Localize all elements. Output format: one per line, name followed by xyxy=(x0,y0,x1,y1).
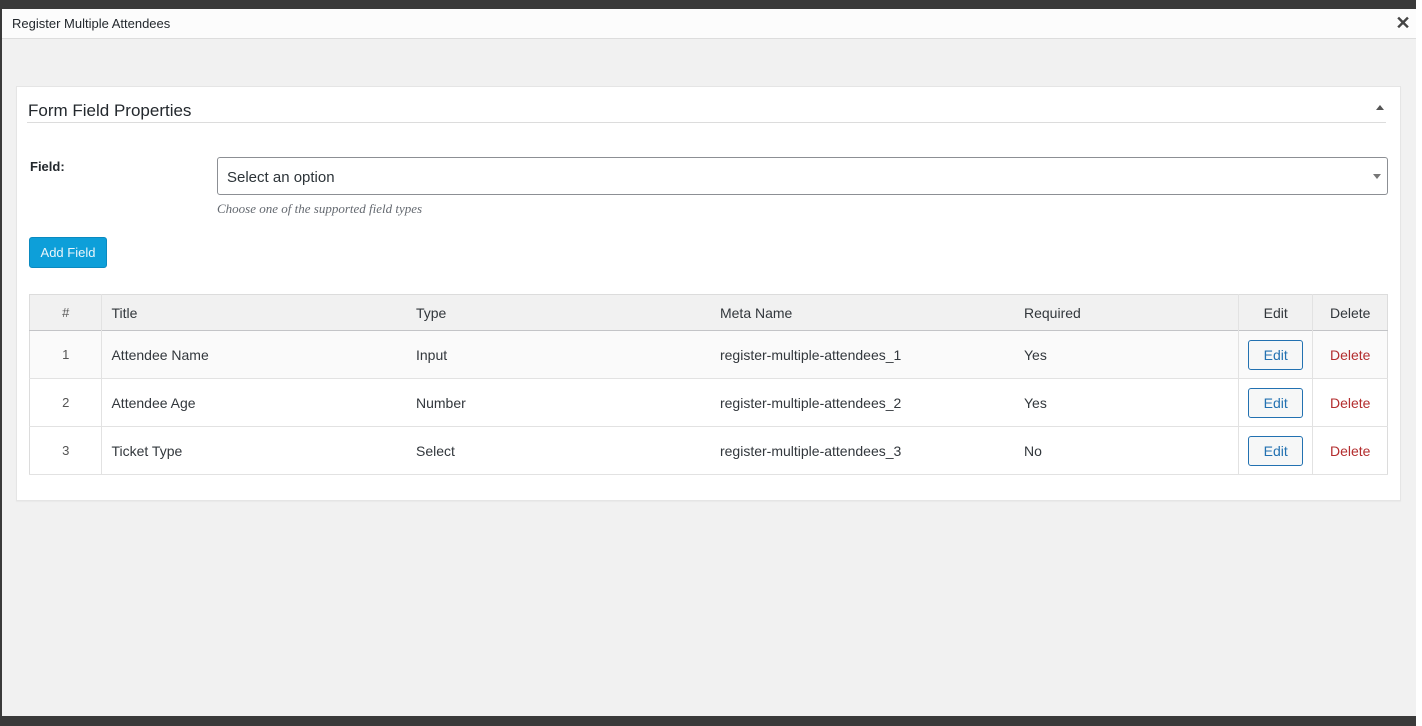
panel-title: Form Field Properties xyxy=(28,101,192,120)
row-delete-cell: Delete xyxy=(1313,331,1388,379)
column-header-number: # xyxy=(29,294,103,331)
edit-button[interactable]: Edit xyxy=(1248,339,1304,370)
delete-link[interactable]: Delete xyxy=(1330,347,1370,363)
delete-link[interactable]: Delete xyxy=(1330,395,1370,411)
column-header-delete: Delete xyxy=(1329,304,1371,321)
column-header-title: Title xyxy=(111,304,138,321)
table-row: 3 Ticket Type Select register-multiple-a… xyxy=(29,426,1388,475)
row-number: 1 xyxy=(29,330,103,379)
row-required: Yes xyxy=(1014,330,1239,379)
table-row: 1 Attendee Name Input register-multiple-… xyxy=(29,330,1388,379)
row-edit-cell: Edit xyxy=(1238,378,1314,427)
row-number: 2 xyxy=(29,378,103,427)
row-title: Ticket Type xyxy=(111,442,183,459)
edit-button[interactable]: Edit xyxy=(1248,435,1304,466)
row-edit-cell: Edit xyxy=(1238,426,1314,475)
close-icon[interactable]: ✕ xyxy=(1392,12,1414,34)
backdrop-page-edge xyxy=(1416,0,1422,726)
field-type-select[interactable]: Select an option xyxy=(217,157,1388,195)
row-type: Number xyxy=(415,394,466,411)
column-header-type: Type xyxy=(415,304,447,321)
row-type: Input xyxy=(415,346,448,363)
row-type: Select xyxy=(415,442,455,459)
modal-dialog: Register Multiple Attendees ✕ Form Field… xyxy=(2,9,1416,716)
delete-link[interactable]: Delete xyxy=(1330,443,1370,459)
modal-title: Register Multiple Attendees xyxy=(12,16,171,31)
row-delete-cell: Delete xyxy=(1313,379,1388,427)
row-required: No xyxy=(1014,426,1239,475)
row-meta-name: register-multiple-attendees_2 xyxy=(719,394,902,411)
field-type-help-text: Choose one of the supported field types xyxy=(217,201,423,216)
row-meta-name: register-multiple-attendees_1 xyxy=(719,346,902,363)
chevron-down-icon xyxy=(1373,174,1381,179)
add-field-button[interactable]: Add Field xyxy=(29,237,107,268)
row-required: Yes xyxy=(1014,378,1239,427)
row-title: Attendee Age xyxy=(111,394,196,411)
form-field-properties-panel: Form Field Properties Field: Select an o… xyxy=(16,86,1401,501)
triangle-up-icon[interactable] xyxy=(1374,101,1386,113)
column-header-edit: Edit xyxy=(1238,294,1314,331)
table-header-row: # Title Type Meta Name Required Edit Del… xyxy=(29,294,1388,331)
modal-header: Register Multiple Attendees ✕ xyxy=(2,9,1416,39)
row-edit-cell: Edit xyxy=(1238,330,1314,379)
row-title: Attendee Name xyxy=(111,346,209,363)
row-number: 3 xyxy=(29,426,103,475)
column-header-required: Required xyxy=(1014,294,1239,331)
field-label: Field: xyxy=(30,159,65,174)
form-fields-table: # Title Type Meta Name Required Edit Del… xyxy=(29,294,1388,475)
table-row: 2 Attendee Age Number register-multiple-… xyxy=(29,378,1388,427)
panel-header: Form Field Properties xyxy=(27,87,1386,123)
row-delete-cell: Delete xyxy=(1313,427,1388,475)
column-header-meta-name: Meta Name xyxy=(719,304,793,321)
edit-button[interactable]: Edit xyxy=(1248,387,1304,418)
row-meta-name: register-multiple-attendees_3 xyxy=(719,442,902,459)
field-type-select-value: Select an option xyxy=(227,169,335,186)
